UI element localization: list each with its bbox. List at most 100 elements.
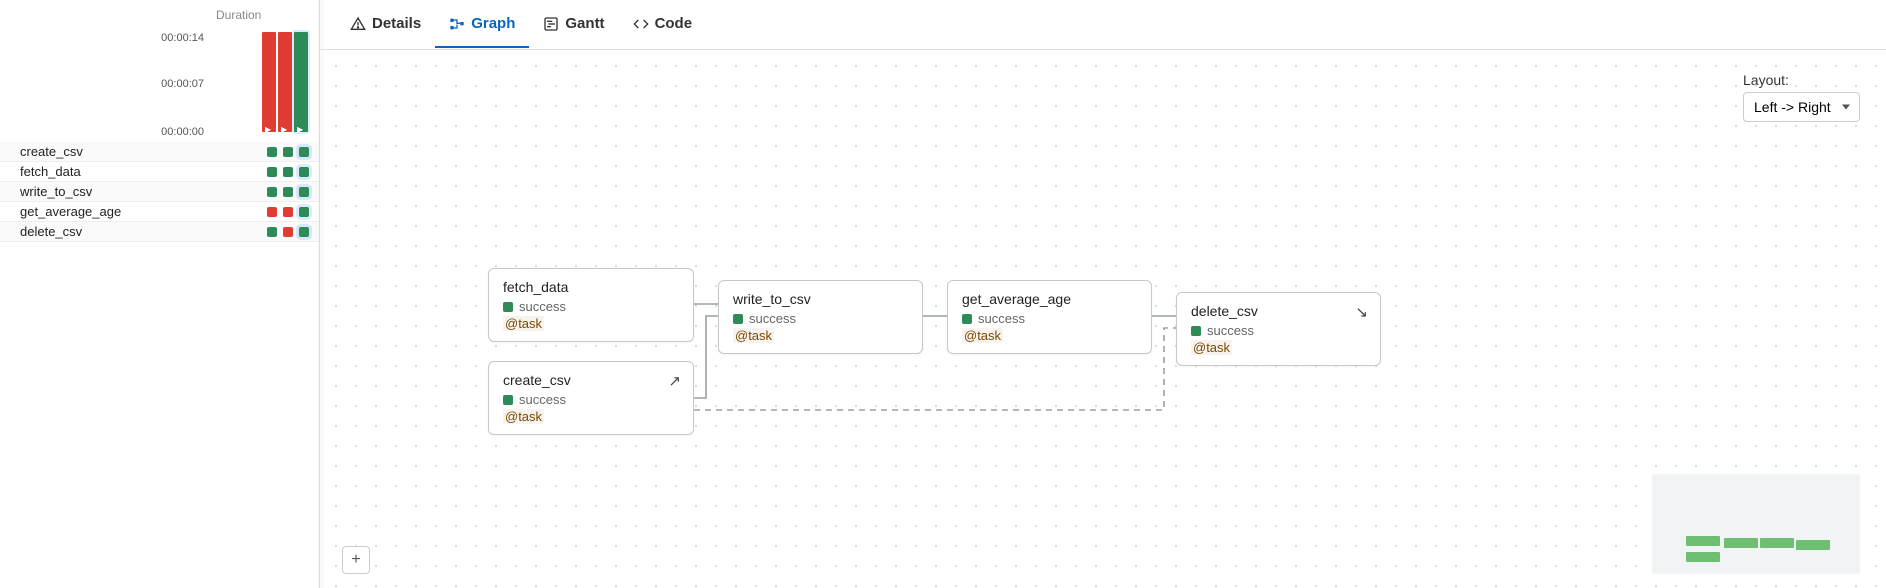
run-bar[interactable]: ▶ — [262, 32, 276, 132]
status-dot[interactable] — [267, 227, 277, 237]
plus-icon: + — [351, 551, 360, 569]
layout-control: Layout: Left -> Right — [1743, 72, 1860, 122]
run-bar[interactable]: ▶ — [294, 32, 308, 132]
node-status: success — [733, 311, 908, 326]
status-dot[interactable] — [299, 167, 309, 177]
task-dots — [267, 207, 319, 217]
run-bar[interactable]: ▶ — [278, 32, 292, 132]
y-tick: 00:00:07 — [161, 78, 204, 90]
node-decorator: @task — [503, 409, 544, 424]
minimap[interactable] — [1652, 474, 1860, 574]
tabs: Details Graph Gantt Code — [320, 0, 1886, 50]
sidebar: Duration 00:00:14 00:00:07 00:00:00 ▶ ▶ … — [0, 0, 320, 588]
tab-details[interactable]: Details — [336, 1, 435, 48]
task-dots — [267, 187, 319, 197]
status-dot[interactable] — [283, 167, 293, 177]
node-status-text: success — [519, 392, 566, 407]
tab-graph[interactable]: Graph — [435, 1, 529, 48]
minimap-node — [1686, 536, 1720, 546]
status-dot[interactable] — [267, 187, 277, 197]
node-status-text: success — [519, 299, 566, 314]
node-delete-csv[interactable]: ↘ delete_csv success @task — [1176, 292, 1381, 366]
node-status: success — [962, 311, 1137, 326]
node-create-csv[interactable]: ↗ create_csv success @task — [488, 361, 694, 435]
task-dots — [267, 147, 319, 157]
graph-icon — [449, 16, 465, 32]
node-title: write_to_csv — [733, 291, 908, 307]
status-dot[interactable] — [299, 147, 309, 157]
play-icon: ▶ — [297, 125, 303, 134]
tab-label: Details — [372, 15, 421, 32]
node-status: success — [1191, 323, 1366, 338]
y-axis: 00:00:14 00:00:07 00:00:00 — [0, 26, 260, 136]
tab-code[interactable]: Code — [619, 1, 707, 48]
zoom-in-button[interactable]: + — [342, 546, 370, 574]
task-row-write-to-csv[interactable]: write_to_csv — [0, 182, 319, 202]
task-row-delete-csv[interactable]: delete_csv — [0, 222, 319, 242]
tab-label: Graph — [471, 15, 515, 32]
layout-select[interactable]: Left -> Right — [1743, 92, 1860, 122]
status-dot[interactable] — [283, 227, 293, 237]
status-dot[interactable] — [267, 147, 277, 157]
node-title: get_average_age — [962, 291, 1137, 307]
status-dot[interactable] — [283, 187, 293, 197]
duration-label: Duration — [0, 0, 319, 26]
status-square-icon — [503, 302, 513, 312]
status-dot[interactable] — [299, 207, 309, 217]
status-dot[interactable] — [283, 207, 293, 217]
tab-gantt[interactable]: Gantt — [529, 1, 618, 48]
zoom-controls: + — [342, 546, 370, 574]
status-dot[interactable] — [299, 187, 309, 197]
layout-label: Layout: — [1743, 72, 1860, 88]
y-tick: 00:00:00 — [161, 126, 204, 138]
play-icon: ▶ — [265, 125, 271, 134]
node-status-text: success — [749, 311, 796, 326]
node-decorator: @task — [503, 316, 544, 331]
code-icon — [633, 16, 649, 32]
node-title: delete_csv — [1191, 303, 1366, 319]
arrow-down-right-icon: ↘ — [1355, 303, 1368, 321]
duration-chart: 00:00:14 00:00:07 00:00:00 ▶ ▶ ▶ — [0, 26, 319, 136]
node-decorator: @task — [733, 328, 774, 343]
minimap-node — [1760, 538, 1794, 548]
node-status: success — [503, 392, 679, 407]
status-dot[interactable] — [283, 147, 293, 157]
task-list: create_csv fetch_data write_to_csv — [0, 142, 319, 242]
minimap-node — [1796, 540, 1830, 550]
arrow-up-right-icon: ↗ — [668, 372, 681, 390]
graph-canvas[interactable]: Layout: Left -> Right fetch_data — [320, 50, 1886, 588]
play-icon: ▶ — [281, 125, 287, 134]
node-status: success — [503, 299, 679, 314]
node-fetch-data[interactable]: fetch_data success @task — [488, 268, 694, 342]
task-name: create_csv — [20, 144, 267, 159]
node-decorator: @task — [962, 328, 1003, 343]
node-get-average-age[interactable]: get_average_age success @task — [947, 280, 1152, 354]
duration-bars: ▶ ▶ ▶ — [262, 32, 308, 132]
task-name: get_average_age — [20, 204, 267, 219]
minimap-node — [1686, 552, 1720, 562]
task-row-get-average-age[interactable]: get_average_age — [0, 202, 319, 222]
node-decorator: @task — [1191, 340, 1232, 355]
main-panel: Details Graph Gantt Code Layout: L — [320, 0, 1886, 588]
status-dot[interactable] — [299, 227, 309, 237]
task-name: write_to_csv — [20, 184, 267, 199]
status-square-icon — [503, 395, 513, 405]
status-dot[interactable] — [267, 207, 277, 217]
status-dot[interactable] — [267, 167, 277, 177]
node-title: fetch_data — [503, 279, 679, 295]
status-square-icon — [962, 314, 972, 324]
task-row-fetch-data[interactable]: fetch_data — [0, 162, 319, 182]
task-dots — [267, 167, 319, 177]
node-write-to-csv[interactable]: write_to_csv success @task — [718, 280, 923, 354]
node-title: create_csv — [503, 372, 679, 388]
gantt-icon — [543, 16, 559, 32]
status-square-icon — [1191, 326, 1201, 336]
task-row-create-csv[interactable]: create_csv — [0, 142, 319, 162]
task-name: fetch_data — [20, 164, 267, 179]
task-name: delete_csv — [20, 224, 267, 239]
minimap-node — [1724, 538, 1758, 548]
tab-label: Gantt — [565, 15, 604, 32]
task-dots — [267, 227, 319, 237]
status-square-icon — [733, 314, 743, 324]
node-status-text: success — [978, 311, 1025, 326]
